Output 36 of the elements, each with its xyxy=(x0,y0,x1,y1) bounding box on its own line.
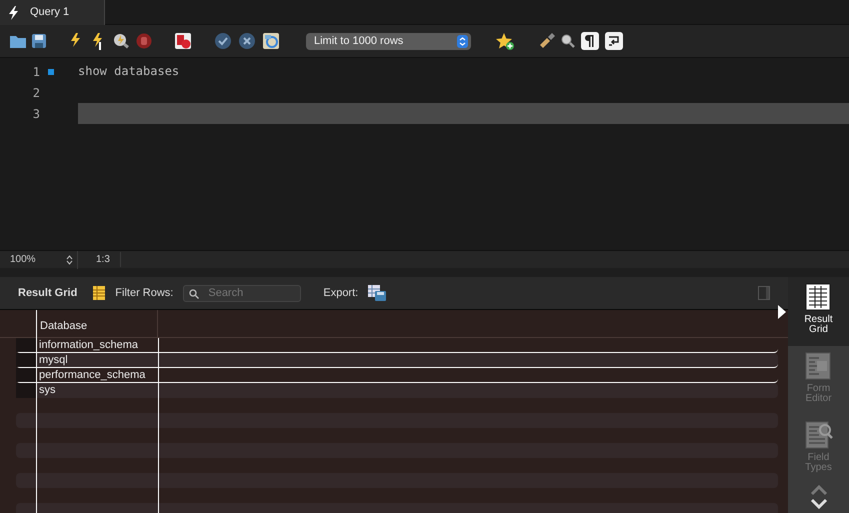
close-icon[interactable] xyxy=(238,32,256,50)
result-grid-icon xyxy=(804,283,832,311)
line-number: 2 xyxy=(32,84,40,102)
save-icon[interactable] xyxy=(32,34,46,48)
folder-icon[interactable] xyxy=(10,34,26,48)
lightning-icon xyxy=(8,6,18,20)
export-label: Export: xyxy=(323,286,358,301)
export-icon[interactable] xyxy=(368,285,386,301)
stepper-icon xyxy=(66,254,73,264)
field-types-icon xyxy=(804,421,832,449)
explain-icon[interactable] xyxy=(112,32,130,50)
selection-arrow-icon xyxy=(778,305,786,319)
table-cell-text: mysql xyxy=(38,353,69,367)
check-icon[interactable] xyxy=(214,32,232,50)
star-add-icon[interactable] xyxy=(495,32,515,50)
code-text: show databases xyxy=(78,64,180,78)
table-cell-text: performance_schema xyxy=(38,368,146,382)
search-icon[interactable] xyxy=(561,34,575,48)
search-field[interactable]: Search xyxy=(183,284,302,302)
cursor-position: 1:3 xyxy=(78,252,121,267)
stepper-icon xyxy=(457,34,468,48)
limit-dropdown[interactable]: Limit to 1000 rows xyxy=(306,32,471,50)
grid-icon[interactable] xyxy=(93,286,106,300)
form-editor-icon xyxy=(804,352,832,380)
pilcrow-icon[interactable] xyxy=(581,32,599,50)
result-grid-label: Result Grid xyxy=(18,286,78,301)
wrap-icon[interactable] xyxy=(605,32,623,50)
brush-icon[interactable] xyxy=(539,33,555,49)
table-cell-text: information_schema xyxy=(38,338,140,352)
query-tab[interactable]: Query 1 xyxy=(0,0,105,25)
table-cell-text: sys xyxy=(38,383,56,398)
panel-toggle-icon[interactable] xyxy=(758,286,770,300)
stop-icon[interactable] xyxy=(136,33,152,49)
line-number: 3 xyxy=(32,106,40,122)
line-number: 1 xyxy=(32,64,40,80)
filter-rows-label: Filter Rows: xyxy=(115,286,174,301)
